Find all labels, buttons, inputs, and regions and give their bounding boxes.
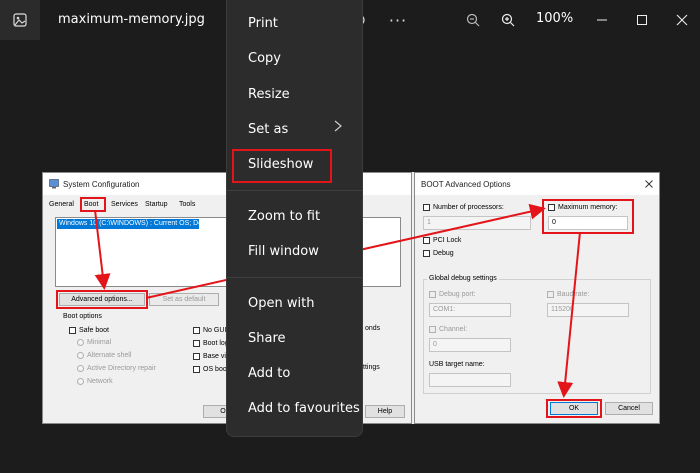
arrow-boot-to-advanced <box>94 209 111 290</box>
arrow-memory-to-ok <box>557 231 581 398</box>
menu-item-add-to[interactable]: Add to <box>248 366 290 381</box>
menu-item-add-to-favourites[interactable]: Add to favourites <box>248 401 360 416</box>
menu-item-print[interactable]: Print <box>248 16 278 31</box>
menu-item-resize[interactable]: Resize <box>248 87 290 102</box>
menu-separator <box>227 190 362 191</box>
context-menu: Print Copy Resize Set as Slideshow Zoom … <box>226 0 363 437</box>
menu-separator <box>227 277 362 278</box>
slideshow-highlight <box>232 149 332 183</box>
menu-item-fill-window[interactable]: Fill window <box>248 244 319 259</box>
menu-item-set-as[interactable]: Set as <box>248 122 288 137</box>
menu-item-open-with[interactable]: Open with <box>248 296 314 311</box>
menu-item-zoom-to-fit[interactable]: Zoom to fit <box>248 209 320 224</box>
chevron-right-icon <box>334 120 342 136</box>
menu-item-share[interactable]: Share <box>248 331 286 346</box>
menu-item-copy[interactable]: Copy <box>248 51 281 66</box>
